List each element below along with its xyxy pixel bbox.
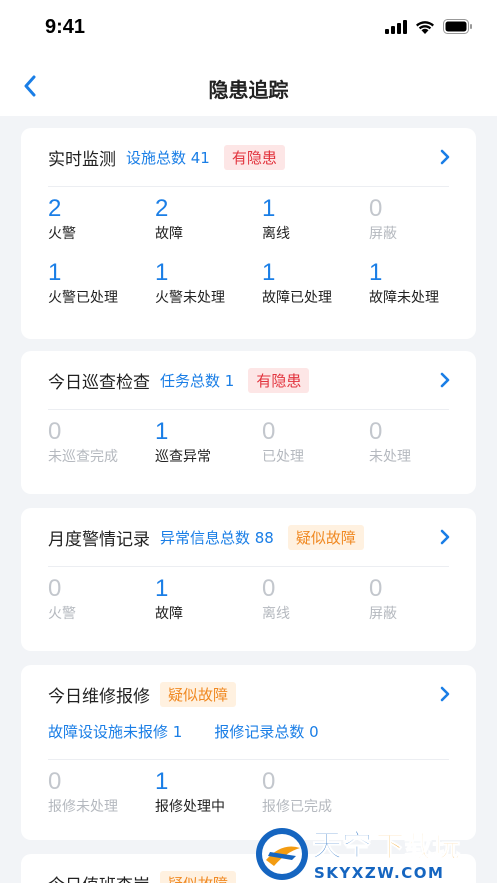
chevron-right-icon bbox=[440, 149, 450, 165]
stat-shielded[interactable]: 0 屏蔽 bbox=[369, 567, 476, 631]
stats-grid: 2 火警 2 故障 1 离线 0 屏蔽 1 火警已处理 1 火警未处理 1 故障已处理 1 故障… bbox=[21, 187, 476, 315]
chevron-right-icon bbox=[440, 529, 450, 545]
stat-fire-unhandled[interactable]: 1 火警未处理 bbox=[155, 251, 262, 315]
stat-patrol-incomplete[interactable]: 0 未巡查完成 bbox=[48, 410, 155, 474]
stat-fault-unhandled[interactable]: 1 故障未处理 bbox=[369, 251, 476, 315]
stat-offline[interactable]: 0 离线 bbox=[262, 567, 369, 631]
stat-fire-handled[interactable]: 1 火警已处理 bbox=[48, 251, 155, 315]
status-badge: 有隐患 bbox=[223, 144, 285, 170]
card-title: 月度警情记录 bbox=[48, 529, 150, 550]
stat-patrol-abnormal[interactable]: 1 巡查异常 bbox=[155, 410, 262, 474]
repair-report-card: 今日维修报修 疑似故障 故障设设施未报修 1 报修记录总数 0 0 报修未处理 1… bbox=[21, 665, 476, 840]
monthly-alarm-card: 月度警情记录 异常信息总数 88 疑似故障 0 火警 1 故障 0 离线 0 屏蔽 bbox=[21, 508, 476, 651]
stat-shielded[interactable]: 0 屏蔽 bbox=[369, 187, 476, 251]
repair-record-total[interactable]: 报修记录总数 0 bbox=[214, 721, 318, 742]
watermark-logo: 天空 下载玩 SKYXZW.COM bbox=[256, 828, 461, 882]
card-title: 今日巡查检查 bbox=[48, 372, 150, 393]
stat-repair-in-progress[interactable]: 1 报修处理中 bbox=[155, 760, 262, 824]
card-header[interactable]: 月度警情记录 异常信息总数 88 疑似故障 bbox=[21, 508, 476, 566]
unreported-fault-count[interactable]: 故障设设施未报修 1 bbox=[48, 721, 182, 742]
facility-total: 设施总数 41 bbox=[126, 148, 210, 167]
stat-fault[interactable]: 2 故障 bbox=[155, 187, 262, 251]
status-badge: 疑似故障 bbox=[160, 870, 237, 883]
task-total: 任务总数 1 bbox=[160, 371, 235, 390]
nav-bar: 隐患追踪 bbox=[0, 58, 497, 116]
svg-text:SKYXZW.COM: SKYXZW.COM bbox=[314, 864, 444, 882]
card-header[interactable]: 今日巡查检查 任务总数 1 有隐患 bbox=[21, 351, 476, 409]
stat-offline[interactable]: 1 离线 bbox=[262, 187, 369, 251]
wifi-icon bbox=[416, 21, 434, 34]
abnormal-total: 异常信息总数 88 bbox=[160, 528, 274, 547]
stat-fault[interactable]: 1 故障 bbox=[155, 567, 262, 631]
status-bar: 9:41 bbox=[0, 0, 497, 58]
stat-handled[interactable]: 0 已处理 bbox=[262, 410, 369, 474]
stat-fault-handled[interactable]: 1 故障已处理 bbox=[262, 251, 369, 315]
stat-repair-completed[interactable]: 0 报修已完成 bbox=[262, 760, 369, 824]
realtime-monitor-card: 实时监测 设施总数 41 有隐患 2 火警 2 故障 1 离线 0 屏蔽 1 火警已处理 … bbox=[21, 128, 476, 339]
cellular-signal-icon bbox=[385, 19, 407, 34]
status-badge: 有隐患 bbox=[248, 367, 310, 393]
status-icons bbox=[385, 19, 473, 34]
chevron-right-icon bbox=[440, 686, 450, 702]
page-title: 隐患追踪 bbox=[208, 78, 289, 102]
status-badge: 疑似故障 bbox=[287, 524, 364, 550]
status-badge: 疑似故障 bbox=[160, 681, 237, 707]
patrol-inspection-card: 今日巡查检查 任务总数 1 有隐患 0 未巡查完成 1 巡查异常 0 已处理 0 未处理 bbox=[21, 351, 476, 494]
stats-grid: 0 火警 1 故障 0 离线 0 屏蔽 bbox=[21, 567, 476, 631]
card-header[interactable]: 今日维修报修 疑似故障 bbox=[21, 665, 476, 723]
stat-repair-unhandled[interactable]: 0 报修未处理 bbox=[48, 760, 155, 824]
stat-unhandled[interactable]: 0 未处理 bbox=[369, 410, 476, 474]
stat-fire[interactable]: 0 火警 bbox=[48, 567, 155, 631]
card-header[interactable]: 实时监测 设施总数 41 有隐患 bbox=[21, 128, 476, 186]
card-title: 今日值班查岗 bbox=[48, 871, 150, 883]
stats-grid: 0 未巡查完成 1 巡查异常 0 已处理 0 未处理 bbox=[21, 410, 476, 474]
svg-text:下载玩: 下载玩 bbox=[376, 830, 460, 863]
battery-icon bbox=[443, 19, 472, 34]
svg-text:天空: 天空 bbox=[312, 829, 372, 864]
chevron-right-icon bbox=[440, 372, 450, 388]
card-title: 今日维修报修 bbox=[48, 686, 150, 707]
stat-fire[interactable]: 2 火警 bbox=[48, 187, 155, 251]
status-time: 9:41 bbox=[45, 16, 86, 38]
stats-grid: 0 报修未处理 1 报修处理中 0 报修已完成 bbox=[21, 760, 476, 824]
card-title: 实时监测 bbox=[48, 149, 116, 170]
